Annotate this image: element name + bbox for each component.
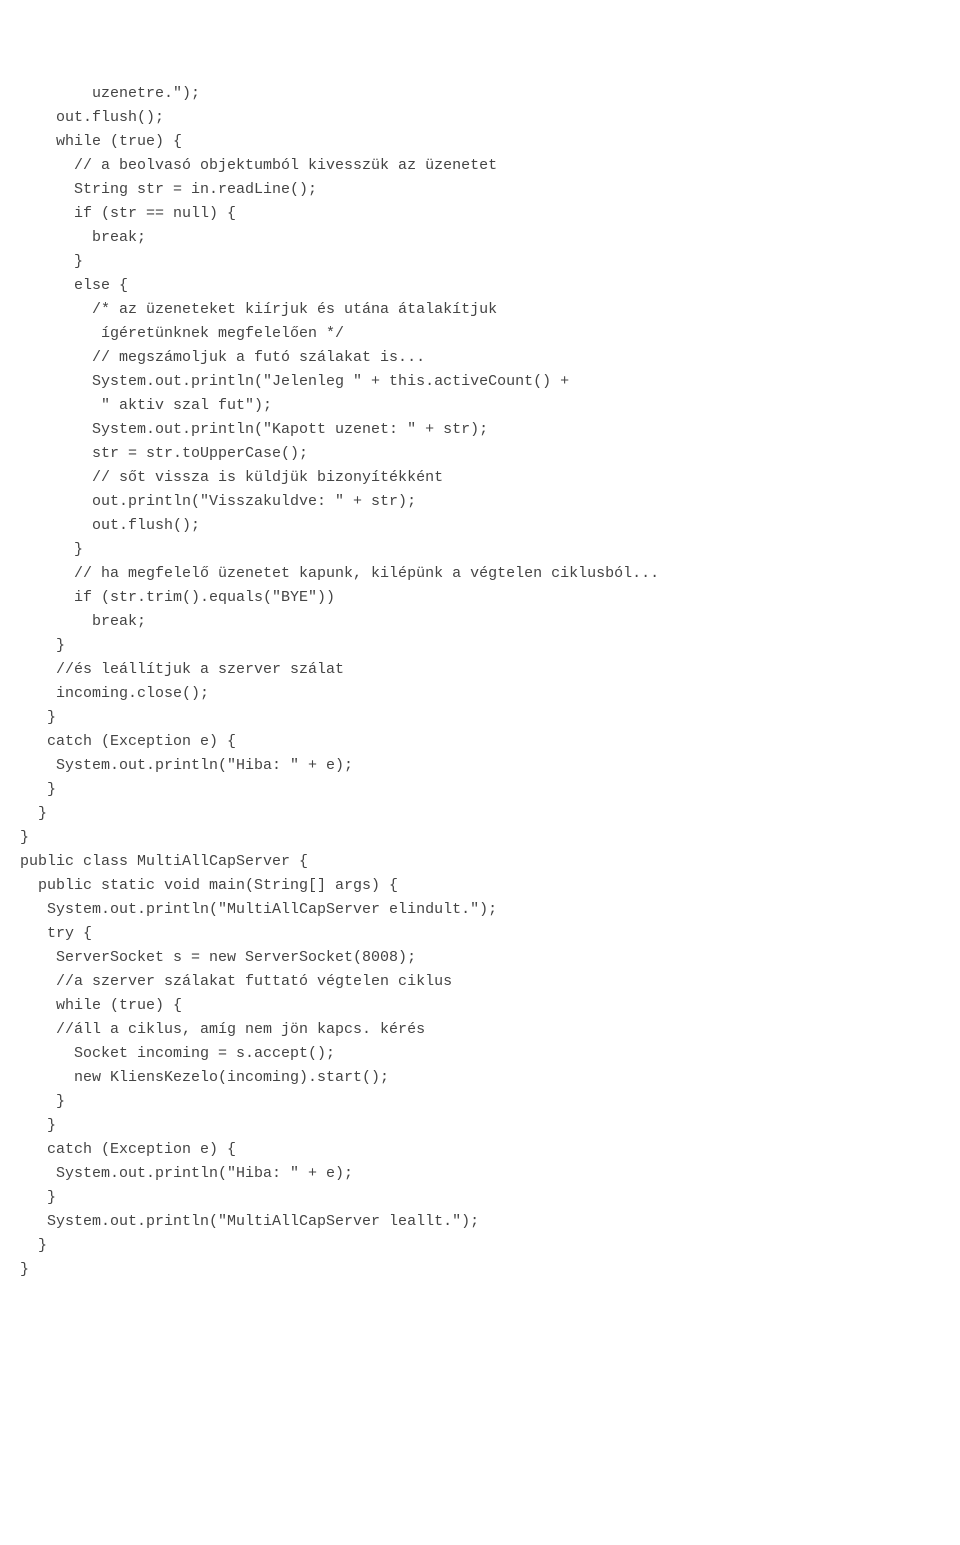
code-line: if (str.trim().equals("BYE")) [20,586,940,610]
code-line: } [20,1186,940,1210]
code-line: catch (Exception e) { [20,730,940,754]
code-line: } [20,1234,940,1258]
code-line: //a szerver szálakat futtató végtelen ci… [20,970,940,994]
code-line: System.out.println("Hiba: " + e); [20,754,940,778]
code-line: // a beolvasó objektumból kivesszük az ü… [20,154,940,178]
code-line: System.out.println("MultiAllCapServer le… [20,1210,940,1234]
code-line: } [20,1090,940,1114]
code-line: System.out.println("Hiba: " + e); [20,1162,940,1186]
code-line: while (true) { [20,994,940,1018]
code-line: String str = in.readLine(); [20,178,940,202]
code-line: try { [20,922,940,946]
code-line: break; [20,226,940,250]
code-line: } [20,538,940,562]
code-line: Socket incoming = s.accept(); [20,1042,940,1066]
code-line: new KliensKezelo(incoming).start(); [20,1066,940,1090]
code-line: System.out.println("Jelenleg " + this.ac… [20,370,940,394]
code-line: if (str == null) { [20,202,940,226]
code-line: } [20,802,940,826]
code-line: ServerSocket s = new ServerSocket(8008); [20,946,940,970]
code-line: } [20,1114,940,1138]
code-line: /* az üzeneteket kiírjuk és utána átalak… [20,298,940,322]
code-line: public static void main(String[] args) { [20,874,940,898]
code-line: } [20,778,940,802]
code-line: public class MultiAllCapServer { [20,850,940,874]
code-line: out.flush(); [20,106,940,130]
code-line: // ha megfelelő üzenetet kapunk, kilépün… [20,562,940,586]
code-line: } [20,250,940,274]
code-line: } [20,826,940,850]
code-block: uzenetre."); out.flush(); while (true) {… [20,82,940,1282]
code-line: } [20,634,940,658]
code-line: // sőt vissza is küldjük bizonyítékként [20,466,940,490]
code-line: out.flush(); [20,514,940,538]
code-line: System.out.println("Kapott uzenet: " + s… [20,418,940,442]
code-line: //áll a ciklus, amíg nem jön kapcs. kéré… [20,1018,940,1042]
code-line: uzenetre."); [20,82,940,106]
code-line: catch (Exception e) { [20,1138,940,1162]
code-line: ígéretünknek megfelelően */ [20,322,940,346]
code-line: } [20,706,940,730]
code-line: out.println("Visszakuldve: " + str); [20,490,940,514]
code-line: // megszámoljuk a futó szálakat is... [20,346,940,370]
code-line: str = str.toUpperCase(); [20,442,940,466]
code-line: incoming.close(); [20,682,940,706]
code-line: else { [20,274,940,298]
code-line: System.out.println("MultiAllCapServer el… [20,898,940,922]
code-line: while (true) { [20,130,940,154]
code-line: " aktiv szal fut"); [20,394,940,418]
code-line: //és leállítjuk a szerver szálat [20,658,940,682]
code-line: } [20,1258,940,1282]
code-line: break; [20,610,940,634]
